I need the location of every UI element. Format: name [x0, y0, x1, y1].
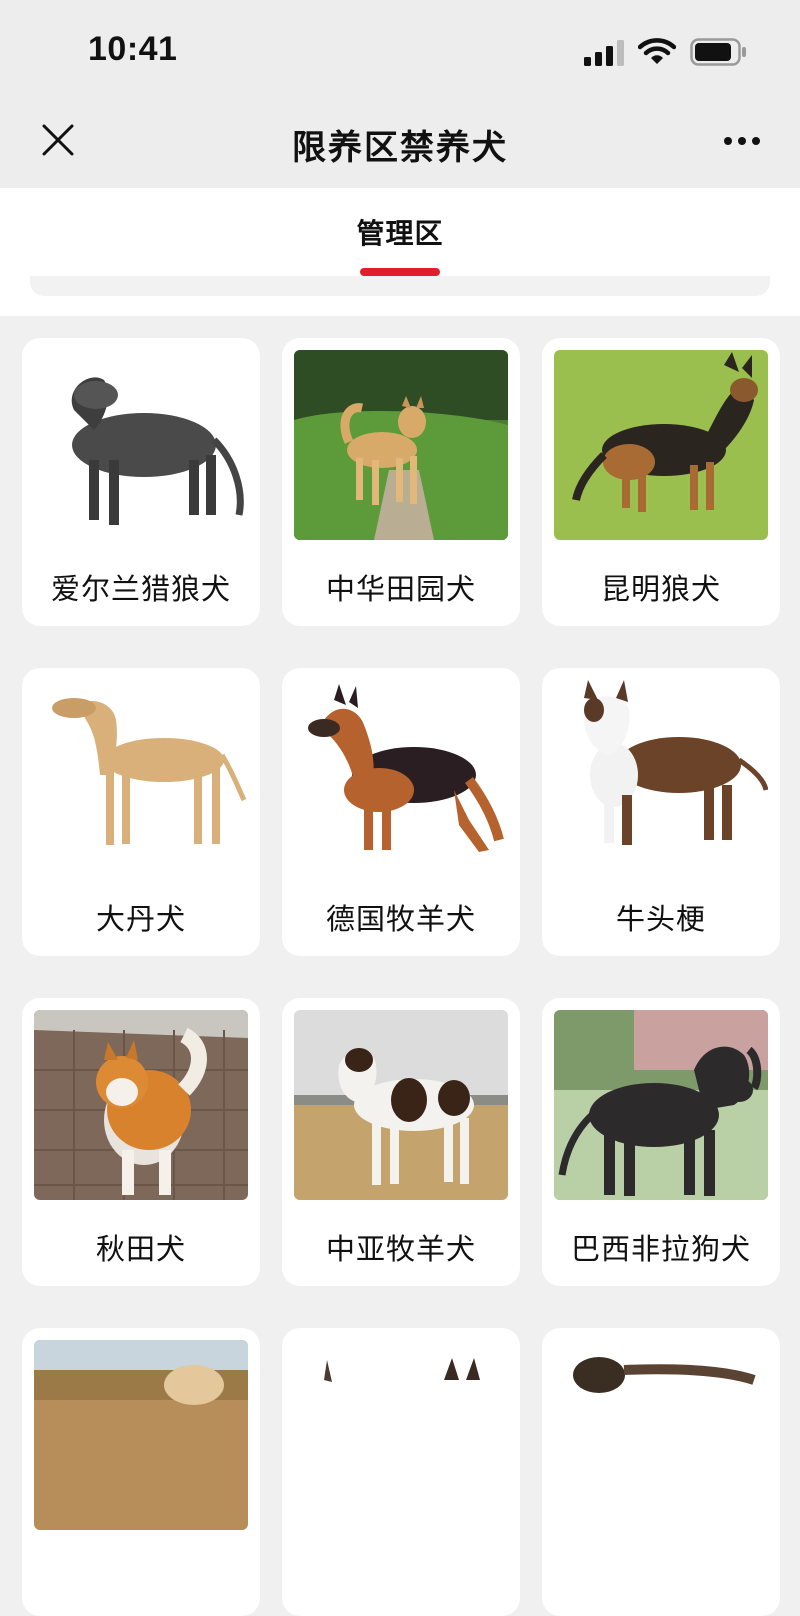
breed-name: 牛头梗 — [615, 902, 706, 936]
dog-photo — [34, 680, 248, 870]
tab-divider — [30, 276, 770, 296]
breed-name: 大丹犬 — [95, 902, 186, 936]
tab-label: 管理区 — [356, 217, 444, 250]
breed-name: 德国牧羊犬 — [325, 902, 476, 936]
dog-photo — [554, 1010, 768, 1200]
breed-card[interactable] — [542, 1328, 780, 1616]
tab-active-indicator — [360, 268, 440, 276]
breed-card[interactable]: 昆明狼犬 — [542, 338, 780, 626]
breed-name: 爱尔兰猎狼犬 — [50, 572, 231, 606]
breed-card[interactable]: 大丹犬 — [22, 668, 260, 956]
dog-photo — [294, 1340, 508, 1530]
breed-name: 秋田犬 — [95, 1232, 186, 1266]
dog-photo — [554, 350, 768, 540]
breed-card[interactable]: 中华田园犬 — [282, 338, 520, 626]
page-title: 限养区禁养犬 — [292, 128, 508, 168]
more-icon[interactable] — [722, 130, 762, 152]
breed-name: 巴西非拉狗犬 — [570, 1232, 751, 1266]
wifi-icon — [638, 38, 676, 64]
dog-photo — [34, 1340, 248, 1530]
breed-name: 中亚牧羊犬 — [325, 1232, 476, 1266]
battery-icon — [690, 38, 746, 66]
dog-photo — [554, 1340, 768, 1530]
dog-photo — [554, 680, 768, 870]
breed-card[interactable]: 爱尔兰猎狼犬 — [22, 338, 260, 626]
dog-photo — [294, 680, 508, 870]
dog-photo — [34, 1010, 248, 1200]
breed-card[interactable]: 巴西非拉狗犬 — [542, 998, 780, 1286]
tab-management-area[interactable]: 管理区 — [0, 212, 800, 252]
breed-card[interactable]: 牛头梗 — [542, 668, 780, 956]
breed-card[interactable]: 德国牧羊犬 — [282, 668, 520, 956]
breed-name: 昆明狼犬 — [600, 572, 721, 606]
status-time: 10:41 — [88, 30, 178, 68]
status-bar: 10:41 — [0, 0, 800, 100]
breed-card[interactable] — [282, 1328, 520, 1616]
breed-name: 中华田园犬 — [325, 572, 476, 606]
tab-bar: 管理区 — [0, 188, 800, 316]
nav-bar: 限养区禁养犬 — [0, 100, 800, 188]
dog-photo — [34, 350, 248, 540]
breed-card[interactable]: 中亚牧羊犬 — [282, 998, 520, 1286]
dog-photo — [294, 350, 508, 540]
cellular-signal-icon — [584, 40, 624, 66]
breed-card[interactable]: 秋田犬 — [22, 998, 260, 1286]
breed-card[interactable] — [22, 1328, 260, 1616]
dog-photo — [294, 1010, 508, 1200]
